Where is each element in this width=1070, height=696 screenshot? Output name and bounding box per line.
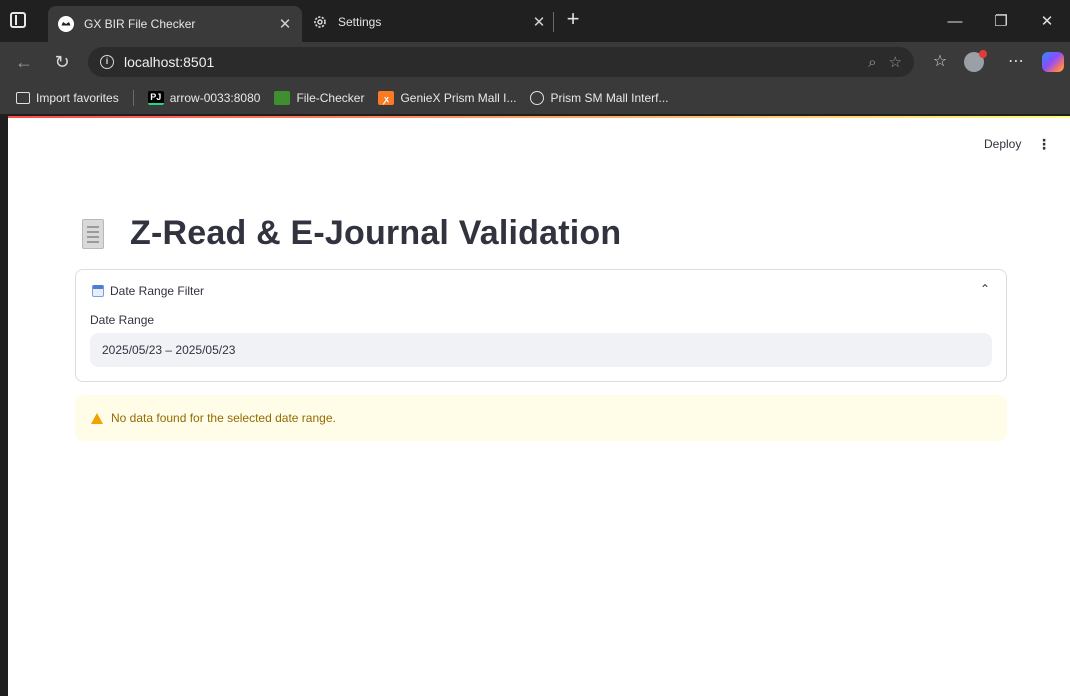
favorite-prism-sm-mall[interactable]: Prism SM Mall Interf... bbox=[530, 91, 669, 105]
favorite-arrow-0033[interactable]: PJ arrow-0033:8080 bbox=[147, 91, 261, 105]
more-options-icon[interactable]: ⋯ bbox=[1004, 50, 1028, 74]
address-bar[interactable]: i localhost:8501 ⌕ ☆ bbox=[88, 47, 914, 77]
back-button[interactable]: ← bbox=[12, 50, 36, 74]
favorite-label: Prism SM Mall Interf... bbox=[550, 91, 669, 105]
close-tab-icon[interactable]: ✕ bbox=[274, 15, 296, 33]
zoom-icon[interactable]: ⌕ bbox=[868, 54, 876, 71]
refresh-button[interactable]: ↻ bbox=[50, 50, 74, 74]
pycharm-icon: PJ bbox=[147, 91, 164, 105]
xampp-icon: ꭗ bbox=[378, 91, 395, 105]
tab-gx-bir-file-checker[interactable]: GX BIR File Checker ✕ bbox=[48, 6, 302, 42]
chevron-up-icon[interactable]: ⌃ bbox=[980, 282, 990, 296]
favorite-geniex-prism[interactable]: ꭗ GenieX Prism Mall I... bbox=[378, 91, 516, 105]
favorite-import-favorites[interactable]: Import favorites bbox=[16, 91, 119, 105]
gear-icon bbox=[312, 14, 328, 30]
tab-divider bbox=[553, 12, 554, 32]
tab-title: GX BIR File Checker bbox=[84, 17, 196, 31]
warning-alert: No data found for the selected date rang… bbox=[75, 395, 1007, 441]
expander-title: Date Range Filter bbox=[110, 284, 205, 298]
main-menu-icon[interactable]: ⋮ bbox=[1037, 136, 1051, 153]
date-range-filter-expander: Date Range Filter ⌃ Date Range 2025/05/2… bbox=[75, 269, 1007, 382]
favorites-separator bbox=[132, 90, 134, 106]
close-tab-icon[interactable]: ✕ bbox=[528, 13, 550, 31]
favorites-list-icon[interactable]: ☆ bbox=[928, 50, 952, 74]
browser-tab-strip: GX BIR File Checker ✕ Settings ✕ + — ❐ ✕ bbox=[0, 0, 1070, 42]
copilot-icon[interactable] bbox=[1042, 52, 1064, 72]
header-decoration bbox=[8, 116, 1070, 118]
favorite-label: Import favorites bbox=[36, 91, 119, 105]
browser-toolbar: ← ↻ i localhost:8501 ⌕ ☆ ☆ ⋯ bbox=[0, 42, 1070, 82]
site-info-icon[interactable]: i bbox=[100, 55, 114, 69]
tab-actions-icon[interactable] bbox=[10, 12, 26, 28]
favorites-bar: Import favorites PJ arrow-0033:8080 File… bbox=[0, 82, 1070, 114]
streamlit-crown-icon bbox=[58, 16, 74, 32]
url-text[interactable]: localhost:8501 bbox=[124, 54, 868, 70]
tab-title: Settings bbox=[338, 15, 382, 29]
folder-icon bbox=[274, 91, 291, 105]
favorite-file-checker[interactable]: File-Checker bbox=[274, 91, 364, 105]
favorite-star-icon[interactable]: ☆ bbox=[889, 53, 902, 71]
page-title-row: Z-Read & E-Journal Validation bbox=[82, 214, 621, 253]
deploy-button[interactable]: Deploy bbox=[984, 137, 1021, 151]
window-controls: — ❐ ✕ bbox=[932, 0, 1070, 42]
globe-icon bbox=[530, 91, 545, 105]
warning-text: No data found for the selected date rang… bbox=[111, 411, 336, 425]
warning-icon bbox=[91, 412, 103, 424]
close-window-button[interactable]: ✕ bbox=[1024, 0, 1070, 42]
date-range-label: Date Range bbox=[90, 313, 155, 327]
minimize-button[interactable]: — bbox=[932, 0, 978, 42]
new-tab-button[interactable]: + bbox=[560, 6, 586, 34]
restore-button[interactable]: ❐ bbox=[978, 0, 1024, 42]
calendar-icon bbox=[92, 285, 104, 297]
import-icon bbox=[16, 92, 30, 104]
page-content: Deploy ⋮ Z-Read & E-Journal Validation D… bbox=[8, 116, 1070, 696]
favorite-label: GenieX Prism Mall I... bbox=[400, 91, 517, 105]
tab-settings[interactable]: Settings ✕ bbox=[302, 6, 556, 38]
expander-header[interactable]: Date Range Filter bbox=[92, 284, 204, 298]
page-title: Z-Read & E-Journal Validation bbox=[130, 214, 622, 252]
favorite-label: File-Checker bbox=[296, 91, 365, 105]
date-range-input[interactable]: 2025/05/23 – 2025/05/23 bbox=[90, 333, 992, 367]
scroll-icon bbox=[82, 218, 104, 249]
profile-avatar[interactable] bbox=[964, 50, 987, 72]
favorite-label: arrow-0033:8080 bbox=[169, 91, 261, 105]
